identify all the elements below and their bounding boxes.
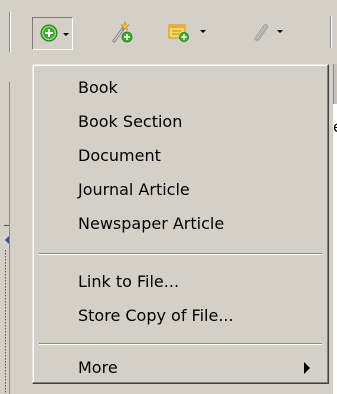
note-add-icon [168, 22, 190, 42]
toolbar-separator [330, 16, 332, 48]
pane-divider [9, 82, 10, 394]
menu-item-store-copy-of-file[interactable]: Store Copy of File... [33, 299, 328, 333]
magic-wand-add-icon [111, 20, 133, 44]
menu-item-document[interactable]: Document [33, 139, 328, 173]
add-circle-icon [40, 24, 58, 42]
items-pane [333, 104, 337, 394]
toolbar-separator [9, 12, 11, 52]
menu-item-book-section[interactable]: Book Section [33, 105, 328, 139]
menu-item-book[interactable]: Book [33, 71, 328, 105]
new-note-button[interactable] [166, 17, 210, 47]
collapse-arrow-icon[interactable] [5, 236, 9, 244]
paperclip-icon [250, 21, 270, 43]
new-item-button[interactable] [32, 17, 73, 50]
add-by-identifier-button[interactable] [107, 17, 135, 47]
items-pane-text: e [333, 118, 337, 136]
column-header[interactable] [333, 64, 337, 104]
attachment-button[interactable] [244, 17, 290, 47]
menu-item-more-label: More [78, 358, 118, 377]
chevron-down-icon [200, 30, 206, 33]
new-item-menu: Book Book Section Document Journal Artic… [32, 64, 329, 384]
app-window: e Book Book Section Document Journal Art… [0, 0, 337, 394]
menu-item-link-to-file[interactable]: Link to File... [33, 265, 328, 299]
chevron-down-icon [277, 30, 283, 33]
menu-item-newspaper-article[interactable]: Newspaper Article [33, 207, 328, 241]
chevron-right-icon [304, 362, 310, 374]
pane-divider-tick [4, 225, 9, 226]
menu-item-more[interactable]: More [33, 351, 328, 385]
menu-separator [39, 253, 322, 255]
toolbar [0, 0, 337, 64]
menu-item-journal-article[interactable]: Journal Article [33, 173, 328, 207]
chevron-down-icon [63, 33, 69, 36]
menu-separator [39, 343, 322, 345]
splitter-grip[interactable] [5, 250, 6, 394]
